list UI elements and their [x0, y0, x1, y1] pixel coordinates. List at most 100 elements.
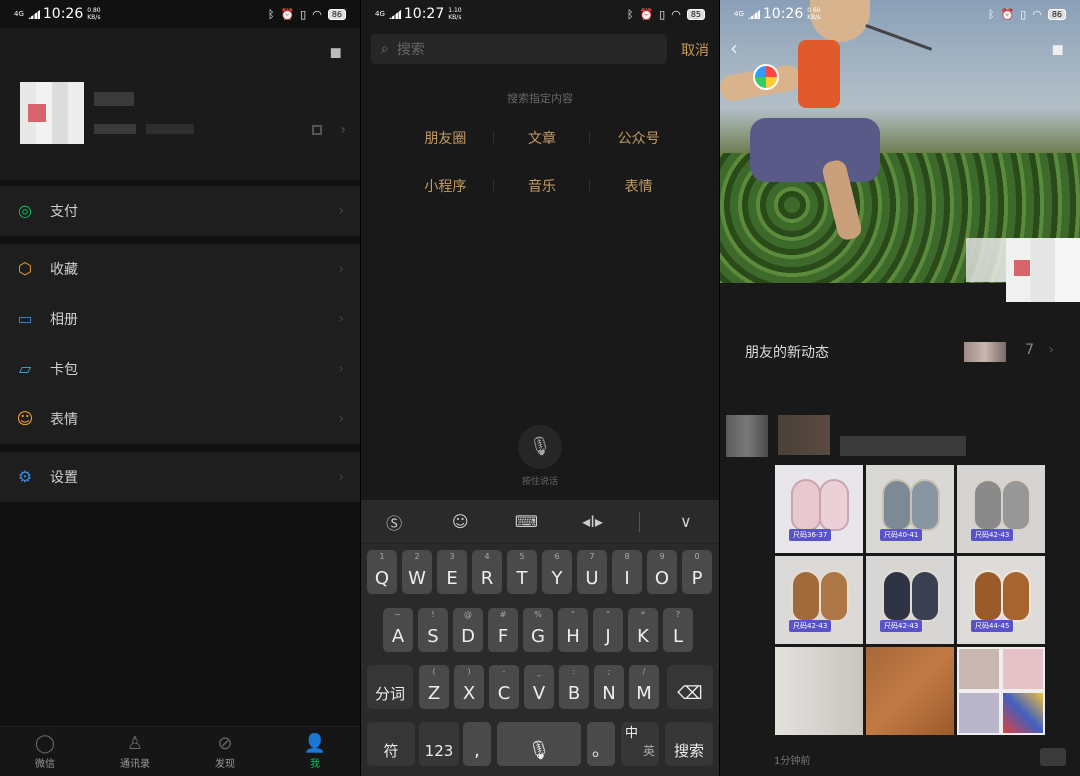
avatar[interactable] [1006, 238, 1080, 302]
lang-switch-key[interactable]: 中英 [621, 722, 659, 766]
cursor-move-icon[interactable]: ◂I▸ [573, 512, 613, 531]
key-o[interactable]: 9O [647, 550, 677, 594]
post-image[interactable] [775, 647, 863, 735]
category-moments[interactable]: 朋友圈 [397, 128, 494, 148]
key-e[interactable]: 3E [437, 550, 467, 594]
wifi-icon: ◠ [671, 7, 681, 21]
symbol-key[interactable]: 符 [367, 722, 415, 766]
menu-item-favorites[interactable]: ⬡ 收藏 › [0, 244, 360, 294]
qr-code-icon[interactable] [312, 125, 322, 135]
key-m[interactable]: / M [629, 665, 659, 709]
post-image[interactable] [957, 647, 1045, 735]
key-f[interactable]: # F [488, 608, 518, 652]
microphone-icon: 🎙 [528, 436, 552, 457]
cancel-button[interactable]: 取消 [681, 40, 709, 60]
voice-search-button[interactable]: 🎙 [518, 425, 562, 469]
key-c[interactable]: -C [489, 665, 519, 709]
key-p[interactable]: 0P [682, 550, 712, 594]
key-j[interactable]: ” J [593, 608, 623, 652]
tab-me[interactable]: 👤 我 [270, 727, 360, 776]
search-page: 4G 10:27 1.10 KB/s ᛒ ⏰ ▯ ◠ 85 ⌕ 搜索 取消 搜索指… [361, 0, 719, 776]
key-u[interactable]: 7U [577, 550, 607, 594]
post-author-name-redacted [778, 415, 830, 455]
chevron-right-icon: › [1048, 342, 1054, 358]
key-q[interactable]: 1Q [367, 550, 397, 594]
category-articles[interactable]: 文章 [494, 128, 591, 148]
keyboard-icon[interactable]: ⌨ [506, 512, 546, 531]
menu-item-stickers[interactable]: ☺ 表情 › [0, 394, 360, 444]
post-image[interactable]: 尺码36-37 [775, 465, 863, 553]
chevron-right-icon: › [338, 361, 344, 377]
sogou-logo-icon[interactable]: Ⓢ [374, 510, 414, 534]
key-n[interactable]: ; N [594, 665, 624, 709]
key-r[interactable]: 4R [472, 550, 502, 594]
tab-discover[interactable]: ⊘ 发现 [180, 727, 270, 776]
period-key[interactable]: 。 [587, 722, 615, 766]
key-h[interactable]: “H [558, 608, 588, 652]
menu-item-settings[interactable]: ⚙ 设置 › [0, 452, 360, 502]
screenshot-collage: 4G 10:26 0.80 KB/s ᛒ ⏰ ▯ ◠ 86 ◼ › ◎ 支付 ›… [0, 0, 1080, 776]
color-wheel-badge-icon [753, 64, 779, 90]
key-d[interactable]: @ D [453, 608, 483, 652]
pay-group: ◎ 支付 › [0, 186, 360, 236]
post-image[interactable]: 尺码42-43 [957, 465, 1045, 553]
camera-icon[interactable]: ◼ [1052, 40, 1064, 58]
category-official-accounts[interactable]: 公众号 [590, 128, 687, 148]
category-stickers[interactable]: 表情 [590, 176, 687, 196]
voice-search-label: 按住说话 [521, 477, 558, 487]
camera-icon[interactable]: ◼ [330, 43, 342, 61]
space-key[interactable]: 🎙 [497, 722, 581, 766]
menu-item-album[interactable]: ▭ 相册 › [0, 294, 360, 344]
size-tag: 尺码40-41 [880, 529, 923, 541]
comma-key[interactable]: , [463, 722, 491, 766]
friend-updates-label[interactable]: 朋友的新动态 [745, 342, 829, 362]
chevron-right-icon: › [338, 203, 344, 219]
collapse-keyboard-icon[interactable]: ∨ [666, 512, 706, 531]
key-y[interactable]: 6Y [542, 550, 572, 594]
search-category-grid: 朋友圈 文章 公众号 小程序 音乐 表情 [397, 128, 687, 196]
menu-item-cards[interactable]: ▱ 卡包 › [0, 344, 360, 394]
key-b[interactable]: :B [559, 665, 589, 709]
key-z[interactable]: (Z [419, 665, 449, 709]
category-music[interactable]: 音乐 [494, 176, 591, 196]
post-author-avatar[interactable] [726, 415, 768, 457]
search-key[interactable]: 搜索 [665, 722, 713, 766]
chevron-right-icon: › [338, 261, 344, 277]
key-v[interactable]: _ V [524, 665, 554, 709]
avatar[interactable] [20, 82, 84, 144]
key-k[interactable]: * K [628, 608, 658, 652]
alarm-icon: ⏰ [280, 7, 295, 21]
key-l[interactable]: ? L [663, 608, 693, 652]
tab-contacts[interactable]: ♙ 通讯录 [90, 727, 180, 776]
post-actions-button[interactable] [1040, 748, 1066, 766]
discover-compass-icon: ⊘ [217, 733, 233, 754]
post-image[interactable]: 尺码40-41 [866, 465, 954, 553]
post-image[interactable]: 尺码42-43 [866, 556, 954, 644]
search-input[interactable]: ⌕ 搜索 [371, 34, 667, 64]
status-time: 10:26 [42, 6, 84, 22]
key-g[interactable]: % G [523, 608, 553, 652]
key-x[interactable]: ) X [454, 665, 484, 709]
menu-item-label: 表情 [50, 412, 78, 428]
signal-icon [27, 9, 40, 19]
backspace-key[interactable]: ⌫ [667, 665, 713, 709]
menu-item-pay[interactable]: ◎ 支付 › [0, 186, 360, 236]
chevron-right-icon: › [338, 311, 344, 327]
key-w[interactable]: 2W [402, 550, 432, 594]
key-t[interactable]: 5T [507, 550, 537, 594]
key-a[interactable]: ~ A [383, 608, 413, 652]
emoji-icon[interactable]: ☺ [440, 512, 480, 531]
post-image[interactable] [866, 647, 954, 735]
menu-item-label: 卡包 [50, 362, 78, 378]
menu-item-label: 支付 [50, 204, 78, 220]
back-arrow-icon[interactable]: ‹ [730, 36, 738, 60]
post-image[interactable]: 尺码44-45 [957, 556, 1045, 644]
number-key[interactable]: 123 [419, 722, 459, 766]
category-mini-programs[interactable]: 小程序 [397, 176, 494, 196]
profile-header[interactable]: ◼ › [0, 28, 360, 180]
post-image[interactable]: 尺码42-43 [775, 556, 863, 644]
segment-key[interactable]: 分词 [367, 665, 413, 709]
key-i[interactable]: 8I [612, 550, 642, 594]
tab-chats[interactable]: ◯ 微信 [0, 727, 90, 776]
key-s[interactable]: ! S [418, 608, 448, 652]
